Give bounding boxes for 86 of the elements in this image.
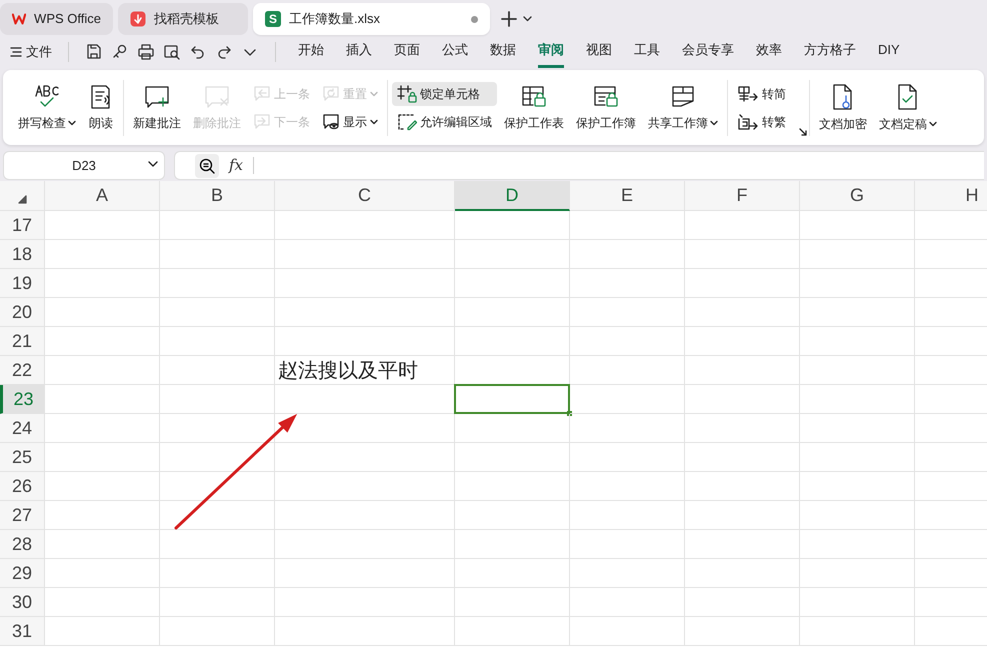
- plus-icon[interactable]: [501, 11, 517, 27]
- simplified-to-traditional-button[interactable]: 转繁: [732, 110, 791, 134]
- ribbon-tab[interactable]: 插入: [346, 36, 372, 68]
- caret-icon: [929, 120, 937, 126]
- traditional-to-simplified-icon: [737, 84, 759, 102]
- row-header[interactable]: 20: [0, 298, 45, 327]
- print-preview-icon[interactable]: [163, 43, 181, 61]
- reset-icon: [322, 84, 340, 102]
- unsaved-dot: [471, 16, 478, 22]
- column-header[interactable]: F: [685, 181, 800, 211]
- row-header[interactable]: 17: [0, 211, 45, 240]
- share-workbook-button[interactable]: 共享工作簿: [643, 80, 723, 136]
- ribbon-tab[interactable]: 效率: [756, 36, 782, 68]
- formula-field[interactable]: fx: [174, 151, 984, 180]
- app-tab[interactable]: 找稻壳模板: [118, 3, 248, 35]
- ribbon-tab[interactable]: DIY: [878, 36, 900, 68]
- row-header[interactable]: 26: [0, 472, 45, 501]
- show-button[interactable]: 显示: [317, 110, 383, 134]
- spell-check-button[interactable]: 拼写检查: [13, 80, 81, 136]
- document-encrypt-button[interactable]: 文档加密: [814, 78, 872, 136]
- save-icon[interactable]: [85, 43, 103, 61]
- read-aloud-button[interactable]: 朗读: [83, 80, 119, 136]
- logo-icon: [12, 12, 26, 26]
- protect-workbook-icon: [592, 84, 620, 110]
- zoom-button[interactable]: [195, 154, 219, 178]
- row-header[interactable]: 22: [0, 356, 45, 385]
- simplified-to-traditional-icon: [737, 112, 759, 130]
- row-header[interactable]: 18: [0, 240, 45, 269]
- ribbon-tab[interactable]: 页面: [394, 36, 420, 68]
- new-comment-button[interactable]: 新建批注: [128, 80, 186, 136]
- row-header[interactable]: 24: [0, 414, 45, 443]
- sheet-logo-icon: S: [265, 11, 281, 27]
- new-comment-icon: [143, 84, 171, 110]
- row-header[interactable]: 30: [0, 588, 45, 617]
- edit-range-icon: [397, 112, 417, 130]
- delete-comment-icon: [203, 84, 231, 110]
- ribbon-tab[interactable]: 视图: [586, 36, 612, 68]
- file-menu[interactable]: 文件: [6, 40, 56, 64]
- function-button[interactable]: fx: [229, 154, 244, 177]
- row-header[interactable]: 25: [0, 443, 45, 472]
- logo-icon: [130, 11, 146, 27]
- column-header[interactable]: D: [455, 181, 570, 211]
- column-header[interactable]: G: [800, 181, 915, 211]
- caret-icon: [370, 118, 378, 124]
- zoom-icon: [199, 158, 215, 174]
- column-header[interactable]: A: [45, 181, 160, 211]
- edit-range-button[interactable]: 允许编辑区域: [392, 110, 497, 134]
- caret-icon: [710, 120, 718, 126]
- column-header[interactable]: C: [275, 181, 455, 211]
- lock-cell-button[interactable]: 锁定单元格: [392, 82, 497, 106]
- next-icon: [253, 112, 271, 130]
- menu-icon: [10, 46, 22, 58]
- show-icon: [322, 112, 340, 130]
- dialog-launcher-icon[interactable]: [799, 128, 807, 136]
- ribbon-tab[interactable]: 方方格子: [804, 36, 856, 68]
- ribbon-tab[interactable]: 工具: [634, 36, 660, 68]
- chevron-down-icon[interactable]: [148, 161, 158, 167]
- caret-icon: [370, 90, 378, 96]
- ribbon-tab[interactable]: 会员专享: [682, 36, 734, 68]
- row-header[interactable]: 28: [0, 530, 45, 559]
- ribbon-tab[interactable]: 数据: [490, 36, 516, 68]
- row-header[interactable]: 27: [0, 501, 45, 530]
- row-header[interactable]: 21: [0, 327, 45, 356]
- sheet-cell[interactable]: 赵法搜以及平时: [275, 356, 455, 385]
- column-header[interactable]: B: [160, 181, 275, 211]
- previous-icon: [253, 84, 271, 102]
- row-header[interactable]: 23: [0, 385, 45, 414]
- lock-cell-icon: [397, 84, 417, 102]
- caret-icon: [68, 120, 76, 126]
- row-header[interactable]: 31: [0, 617, 45, 646]
- row-header[interactable]: 19: [0, 269, 45, 298]
- row-header[interactable]: 29: [0, 559, 45, 588]
- chevron-down-icon[interactable]: [523, 16, 532, 22]
- protect-sheet-icon: [520, 84, 548, 110]
- traditional-to-simplified-button[interactable]: 转简: [732, 82, 791, 106]
- name-box[interactable]: D23: [3, 151, 165, 180]
- protect-sheet-button[interactable]: 保护工作表: [499, 80, 569, 136]
- document-finalize-button[interactable]: 文档定稿: [874, 78, 942, 136]
- ribbon-tab[interactable]: 公式: [442, 36, 468, 68]
- print-icon[interactable]: [137, 43, 155, 61]
- select-all-icon[interactable]: [18, 195, 26, 204]
- app-tab[interactable]: WPS Office: [0, 3, 113, 35]
- protect-workbook-button[interactable]: 保护工作簿: [571, 80, 641, 136]
- app-tab[interactable]: S 工作簿数量.xlsx: [253, 3, 490, 35]
- column-header[interactable]: E: [570, 181, 685, 211]
- ribbon-tab[interactable]: 开始: [298, 36, 324, 68]
